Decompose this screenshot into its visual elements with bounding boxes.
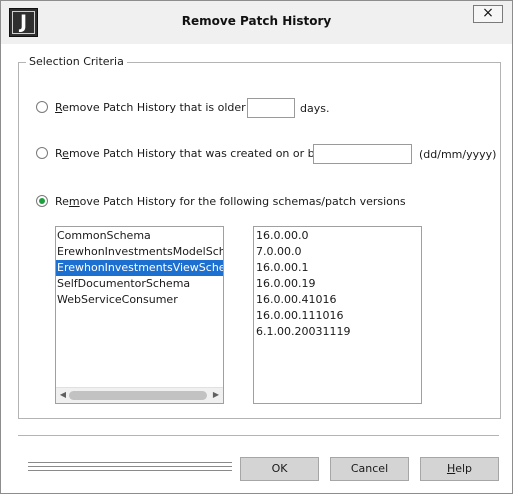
version-list-item[interactable]: 6.1.00.20031119	[255, 324, 421, 340]
versions-list[interactable]: 16.0.00.0 7.0.00.0 16.0.00.1 16.0.00.19 …	[253, 226, 422, 404]
date-input[interactable]	[313, 144, 412, 164]
option-older-than-label: Remove Patch History that is older than	[55, 101, 274, 114]
schema-list-item[interactable]: ErewhonInvestmentsModelSchema	[56, 244, 223, 260]
scroll-right-icon[interactable]: ▶	[209, 388, 223, 403]
version-list-item[interactable]: 16.0.00.41016	[255, 292, 421, 308]
radio-created-before[interactable]	[36, 147, 48, 159]
close-icon: ×	[482, 5, 494, 21]
schema-list-item[interactable]: WebServiceConsumer	[56, 292, 223, 308]
schema-list-item-selected[interactable]: ErewhonInvestmentsViewSchema	[56, 260, 223, 276]
option-schemas-radio[interactable]: Remove Patch History for the following s…	[36, 193, 406, 211]
option-created-before-radio[interactable]: Remove Patch History that was created on…	[36, 145, 343, 163]
dialog-title: Remove Patch History	[181, 14, 332, 28]
date-format-label: (dd/mm/yyyy)	[419, 148, 497, 161]
schema-list-item[interactable]: SelfDocumentorSchema	[56, 276, 223, 292]
schemas-list[interactable]: CommonSchema ErewhonInvestmentsModelSche…	[55, 226, 224, 404]
option-schemas-text: ove Patch History for the following sche…	[79, 195, 406, 208]
title-bar: J Remove Patch History ×	[1, 1, 512, 43]
help-button-accel: H	[446, 462, 456, 475]
days-label: days.	[300, 102, 330, 115]
version-list-item[interactable]: 16.0.00.0	[255, 228, 421, 244]
version-list-item[interactable]: 16.0.00.111016	[255, 308, 421, 324]
help-button[interactable]: Help	[420, 457, 499, 481]
version-list-item[interactable]: 7.0.00.0	[255, 244, 421, 260]
option-created-before-label: Remove Patch History that was created on…	[55, 147, 343, 160]
radio-older-than[interactable]	[36, 101, 48, 113]
schema-list-item[interactable]: CommonSchema	[56, 228, 223, 244]
version-list-item[interactable]: 16.0.00.19	[255, 276, 421, 292]
resize-grip-icon	[28, 462, 232, 474]
days-input[interactable]	[247, 98, 295, 118]
cancel-button[interactable]: Cancel	[330, 457, 409, 481]
option-created-before-text: move Patch History that was created on o…	[68, 147, 344, 160]
remove-patch-history-dialog: J Remove Patch History × Selection Crite…	[0, 0, 513, 494]
option-created-before-accel: e	[62, 147, 69, 160]
option-schemas-accel: m	[68, 195, 80, 208]
dialog-body: Selection Criteria Remove Patch History …	[1, 44, 512, 493]
version-list-item[interactable]: 16.0.00.1	[255, 260, 421, 276]
schemas-horizontal-scrollbar[interactable]: ◀ ▶	[56, 387, 223, 403]
help-button-label: elp	[455, 462, 473, 475]
option-older-than-text: emove Patch History that is older than	[62, 101, 275, 114]
selection-criteria-label: Selection Criteria	[26, 55, 127, 68]
option-schemas-label: Remove Patch History for the following s…	[55, 195, 406, 208]
ok-button[interactable]: OK	[240, 457, 319, 481]
radio-schemas[interactable]	[36, 195, 48, 207]
scroll-left-icon[interactable]: ◀	[56, 388, 70, 403]
option-older-than-radio[interactable]: Remove Patch History that is older than	[36, 99, 274, 117]
close-button[interactable]: ×	[473, 5, 503, 23]
scroll-thumb[interactable]	[69, 391, 207, 400]
footer-separator	[18, 435, 499, 436]
option-schemas-prefix: Re	[55, 195, 69, 208]
